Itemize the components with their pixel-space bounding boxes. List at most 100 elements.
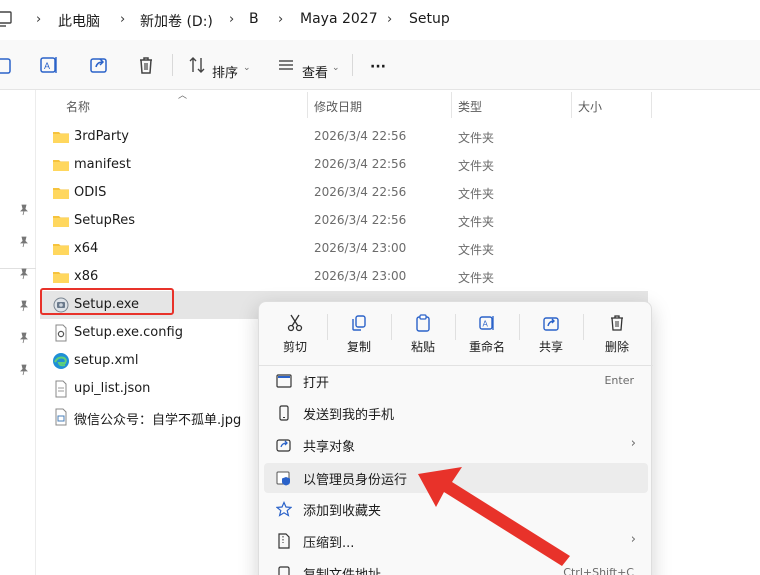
paste-icon — [416, 314, 430, 332]
breadcrumb-this-pc[interactable]: 此电脑 — [58, 11, 100, 31]
menu-item-compress[interactable]: 压缩到... › — [264, 526, 648, 556]
shortcut-label: Ctrl+Shift+C — [563, 566, 634, 575]
breadcrumb-folder-b[interactable]: B — [249, 11, 259, 27]
cut-label: 剪切 — [282, 340, 307, 354]
navigation-pane — [0, 90, 36, 575]
file-date: 2026/3/4 22:56 — [314, 157, 407, 171]
file-type: 文件夹 — [458, 243, 495, 257]
column-separator[interactable] — [307, 92, 308, 118]
menu-separator — [391, 314, 392, 340]
menu-item-label: 压缩到... — [303, 536, 355, 551]
column-separator[interactable] — [651, 92, 652, 118]
chevron-right-icon: › — [630, 532, 636, 547]
column-separator[interactable] — [451, 92, 452, 118]
delete-button[interactable]: 删除 — [589, 312, 645, 360]
view-icon[interactable] — [275, 54, 297, 76]
sort-icon[interactable] — [186, 54, 208, 76]
file-row[interactable]: x86 2026/3/4 23:00 文件夹 — [40, 263, 648, 291]
image-file-icon — [55, 408, 67, 426]
breadcrumb-separator: › — [278, 12, 284, 27]
file-date: 2026/3/4 22:56 — [314, 185, 407, 199]
file-row[interactable]: ODIS 2026/3/4 22:56 文件夹 — [40, 179, 648, 207]
trash-icon[interactable] — [135, 54, 157, 76]
file-type: 文件夹 — [458, 159, 495, 173]
file-row[interactable]: 3rdParty 2026/3/4 22:56 文件夹 — [40, 123, 648, 151]
zip-icon — [278, 533, 290, 549]
menu-item-open[interactable]: 打开 Enter — [264, 366, 648, 396]
folder-icon — [53, 132, 69, 143]
paste-label: 粘贴 — [410, 340, 435, 354]
file-row[interactable]: SetupRes 2026/3/4 22:56 文件夹 — [40, 207, 648, 235]
menu-item-copy-path[interactable]: 复制文件地址 Ctrl+Shift+C — [264, 558, 648, 575]
file-type: 文件夹 — [458, 271, 495, 285]
menu-item-label: 复制文件地址 — [303, 564, 381, 575]
paste-icon[interactable] — [0, 54, 16, 76]
context-menu: 剪切 复制 粘贴 A 重命名 共享 删除 打开 Enter 发送到我的手机 共享… — [258, 301, 653, 575]
share-arrow-icon — [276, 439, 291, 452]
folder-icon — [53, 244, 69, 255]
file-row[interactable]: manifest 2026/3/4 22:56 文件夹 — [40, 151, 648, 179]
menu-separator — [519, 314, 520, 340]
menu-item-run-as-admin[interactable]: 以管理员身份运行 — [264, 463, 648, 493]
menu-item-label: 打开 — [303, 376, 330, 391]
toolbar-separator — [352, 54, 353, 76]
share-label: 共享 — [538, 340, 563, 354]
copy-path-icon — [278, 566, 290, 575]
pin-icon[interactable] — [18, 300, 30, 312]
copy-button[interactable]: 复制 — [331, 312, 387, 360]
svg-text:A: A — [483, 320, 489, 329]
column-header-name[interactable]: 名称 — [66, 98, 90, 122]
file-name: Setup.exe.config — [74, 325, 183, 340]
cut-button[interactable]: 剪切 — [267, 312, 323, 360]
breadcrumb-separator: › — [120, 12, 126, 27]
chevron-down-icon: ⌄ — [332, 63, 340, 73]
column-header-type[interactable]: 类型 — [458, 98, 482, 122]
column-header-modified[interactable]: 修改日期 — [314, 98, 362, 122]
trash-icon — [611, 315, 623, 331]
computer-icon[interactable] — [0, 10, 12, 28]
share-icon[interactable] — [88, 54, 110, 76]
pin-icon[interactable] — [18, 332, 30, 344]
menu-separator — [583, 314, 584, 340]
menu-item-send-to-phone[interactable]: 发送到我的手机 — [264, 398, 648, 428]
menu-item-label: 共享对象 — [303, 440, 356, 455]
rename-label: 重命名 — [468, 340, 505, 354]
folder-icon — [53, 216, 69, 227]
pin-icon[interactable] — [18, 364, 30, 376]
edge-icon — [53, 353, 69, 369]
view-button[interactable]: 查看 — [302, 62, 328, 81]
breadcrumb-drive-d[interactable]: 新加卷 (D:) — [140, 11, 213, 31]
paste-button[interactable]: 粘贴 — [395, 312, 451, 360]
menu-item-label: 发送到我的手机 — [303, 408, 395, 423]
breadcrumb-maya[interactable]: Maya 2027 — [300, 11, 378, 27]
breadcrumb-setup[interactable]: Setup — [409, 11, 450, 27]
file-name: ODIS — [74, 185, 107, 200]
sort-button[interactable]: 排序 — [212, 62, 238, 81]
chevron-right-icon: › — [630, 436, 636, 451]
folder-icon — [53, 160, 69, 171]
menu-separator — [327, 314, 328, 340]
pin-icon[interactable] — [18, 236, 30, 248]
rename-icon[interactable]: A — [38, 54, 60, 76]
more-options-button[interactable]: ··· — [370, 59, 386, 75]
text-file-icon — [55, 380, 67, 398]
file-name: SetupRes — [74, 213, 136, 228]
scissors-icon — [287, 314, 303, 332]
file-date: 2026/3/4 22:56 — [314, 213, 407, 227]
menu-item-add-to-favorites[interactable]: 添加到收藏夹 — [264, 494, 648, 524]
share-button[interactable]: 共享 — [523, 312, 579, 360]
folder-icon — [53, 188, 69, 199]
pin-icon[interactable] — [18, 268, 30, 280]
rename-button[interactable]: A 重命名 — [459, 312, 515, 360]
sort-ascending-icon: ︿ — [178, 91, 188, 101]
file-date: 2026/3/4 23:00 — [314, 269, 407, 283]
pin-icon[interactable] — [18, 204, 30, 216]
copy-icon — [352, 315, 366, 331]
column-header-size[interactable]: 大小 — [578, 98, 602, 122]
column-separator[interactable] — [571, 92, 572, 118]
file-date: 2026/3/4 22:56 — [314, 129, 407, 143]
file-row[interactable]: x64 2026/3/4 23:00 文件夹 — [40, 235, 648, 263]
menu-item-share-with[interactable]: 共享对象 › — [264, 430, 648, 460]
address-bar[interactable]: › 此电脑 › 新加卷 (D:) › B › Maya 2027 › Setup — [0, 0, 760, 40]
file-name: upi_list.json — [74, 381, 151, 396]
